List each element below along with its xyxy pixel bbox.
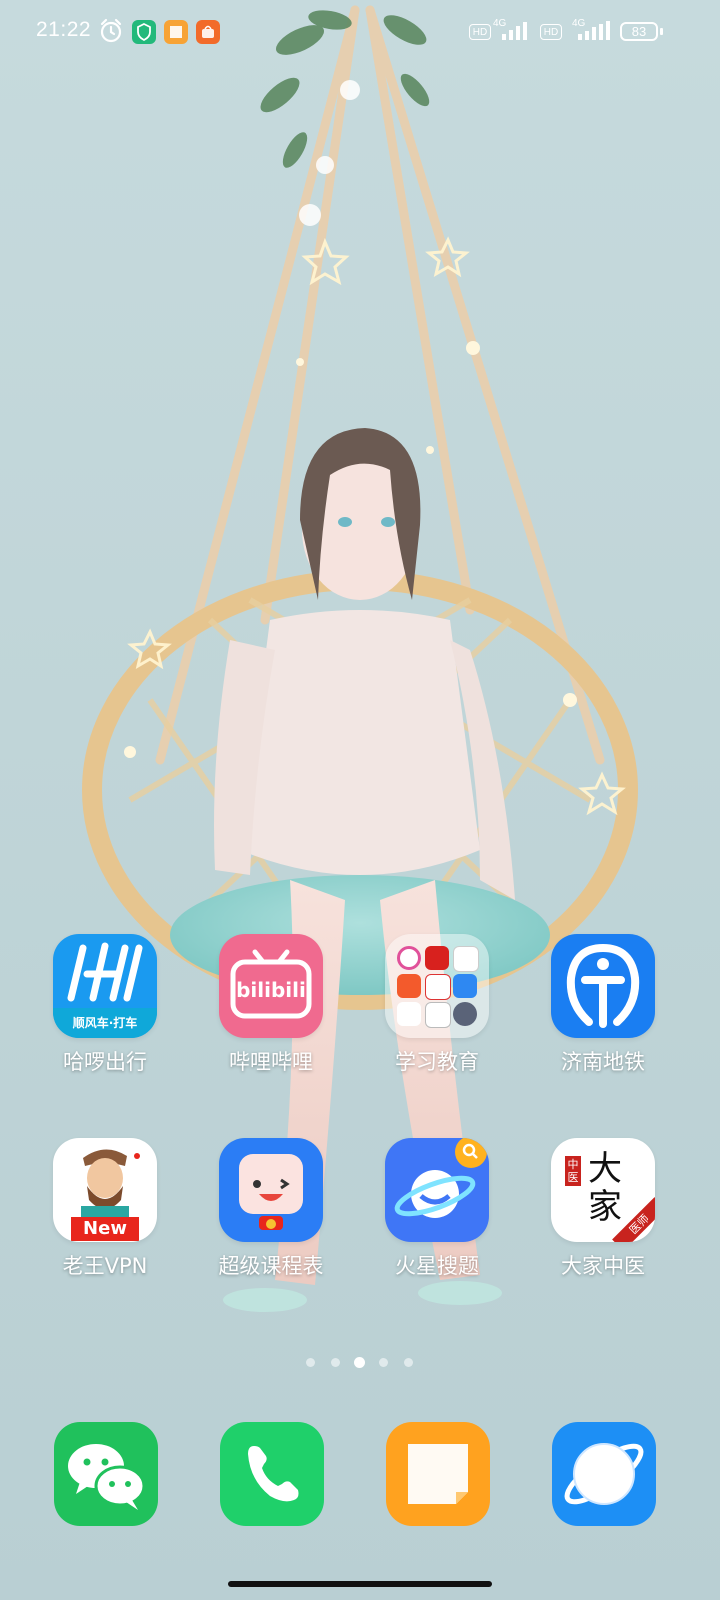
timetable-icon [219, 1138, 323, 1242]
battery-icon [660, 28, 663, 35]
page-dot[interactable] [331, 1358, 340, 1367]
tcm-badge-top: 中医 [565, 1156, 581, 1186]
metro-icon [551, 934, 655, 1038]
mars-search-icon [385, 1138, 489, 1242]
app-hellobike[interactable]: 顺风车·打车 哈啰出行 [35, 934, 175, 1076]
hd-badge: HD [469, 24, 491, 40]
dock-browser[interactable] [552, 1422, 656, 1526]
shield-icon [132, 20, 156, 44]
app-bilibili[interactable]: bilibili 哔哩哔哩 [201, 934, 341, 1076]
hellobike-subtitle: 顺风车·打车 [72, 1016, 138, 1030]
page-dot[interactable] [404, 1358, 413, 1367]
dock-phone[interactable] [220, 1422, 324, 1526]
dock-wechat[interactable] [54, 1422, 158, 1526]
folder-app-icon [425, 1002, 451, 1028]
folder-app-icon [425, 974, 451, 1000]
folder-app-icon [453, 974, 477, 998]
page-indicator[interactable] [0, 1357, 720, 1370]
signal-icon [502, 22, 527, 40]
page-dot[interactable] [379, 1358, 388, 1367]
alarm-icon [100, 18, 122, 43]
page-dot[interactable] [306, 1358, 315, 1367]
home-gesture-bar[interactable] [228, 1581, 492, 1587]
browser-icon [564, 1443, 644, 1505]
clock-time: 21:22 [36, 18, 92, 41]
folder-app-icon [425, 946, 449, 970]
hd-badge: HD [540, 24, 562, 40]
tcm-main-text: 大家 [588, 1149, 622, 1227]
dajia-tcm-icon: 中医 大家 医师 [551, 1138, 655, 1242]
wechat-icon [68, 1444, 146, 1510]
hellobike-icon: 顺风车·打车 [53, 934, 157, 1038]
folder-app-icon [397, 1002, 421, 1026]
app-label: 学习教育 [395, 1050, 479, 1074]
app-laowang-vpn[interactable]: New 老王VPN [35, 1138, 175, 1280]
app-label: 哔哩哔哩 [229, 1050, 313, 1074]
app-label: 超级课程表 [218, 1254, 324, 1278]
bilibili-logo-text: bilibili [236, 978, 306, 1002]
phone-icon [248, 1446, 299, 1502]
shop-icon [196, 20, 220, 44]
folder-study-education[interactable]: 学习教育 [367, 934, 507, 1076]
folder-icon [385, 934, 489, 1038]
bilibili-icon: bilibili [219, 934, 323, 1038]
folder-app-icon [453, 946, 479, 972]
vpn-icon: New [53, 1138, 157, 1242]
folder-app-icon [397, 974, 421, 998]
app-label: 大家中医 [561, 1254, 645, 1278]
app-jinan-metro[interactable]: 济南地铁 [533, 934, 673, 1076]
notes-icon [164, 20, 188, 44]
folder-app-icon [453, 1002, 477, 1026]
status-bar: 21:22 HD 4G HD 4G 83 [0, 0, 720, 64]
battery-level: 83 [620, 22, 658, 41]
folder-app-icon [397, 946, 421, 970]
notes-icon [408, 1444, 468, 1504]
app-label: 火星搜题 [395, 1254, 479, 1278]
page-dot-active[interactable] [354, 1357, 365, 1368]
app-super-timetable[interactable]: 超级课程表 [201, 1138, 341, 1280]
new-badge: New [71, 1217, 139, 1241]
app-dajia-tcm[interactable]: 中医 大家 医师 大家中医 [533, 1138, 673, 1280]
app-label: 哈啰出行 [63, 1050, 147, 1074]
signal-icon [578, 21, 610, 40]
app-label: 老王VPN [62, 1254, 148, 1278]
app-label: 济南地铁 [561, 1050, 645, 1074]
app-mars-search[interactable]: 火星搜题 [367, 1138, 507, 1280]
dock-notes[interactable] [386, 1422, 490, 1526]
